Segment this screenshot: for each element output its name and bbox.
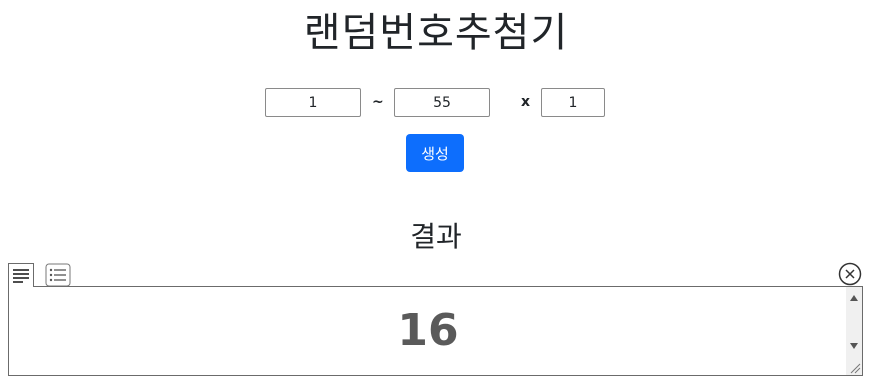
page-title: 랜덤번호추첨기 [303, 10, 569, 56]
min-number-input[interactable] [265, 88, 361, 117]
close-circle-icon[interactable] [838, 262, 862, 286]
range-separator: ~ [372, 94, 384, 110]
resize-grip-icon[interactable] [849, 362, 861, 374]
result-textarea[interactable]: 16 [8, 286, 863, 376]
count-input[interactable] [541, 88, 605, 117]
range-input-row: ~ x [0, 88, 872, 119]
result-value: 16 [397, 305, 459, 356]
list-view-icon[interactable] [45, 263, 71, 287]
random-number-generator-page: 랜덤번호추첨기 ~ x 생성 결과 [0, 0, 872, 388]
max-number-input[interactable] [394, 88, 490, 117]
result-title: 결과 [410, 220, 462, 253]
times-symbol: x [521, 94, 531, 110]
scroll-down-icon[interactable] [850, 343, 858, 349]
text-view-icon[interactable] [8, 263, 34, 287]
scroll-up-icon[interactable] [850, 295, 858, 301]
generate-button[interactable]: 생성 [406, 134, 464, 172]
